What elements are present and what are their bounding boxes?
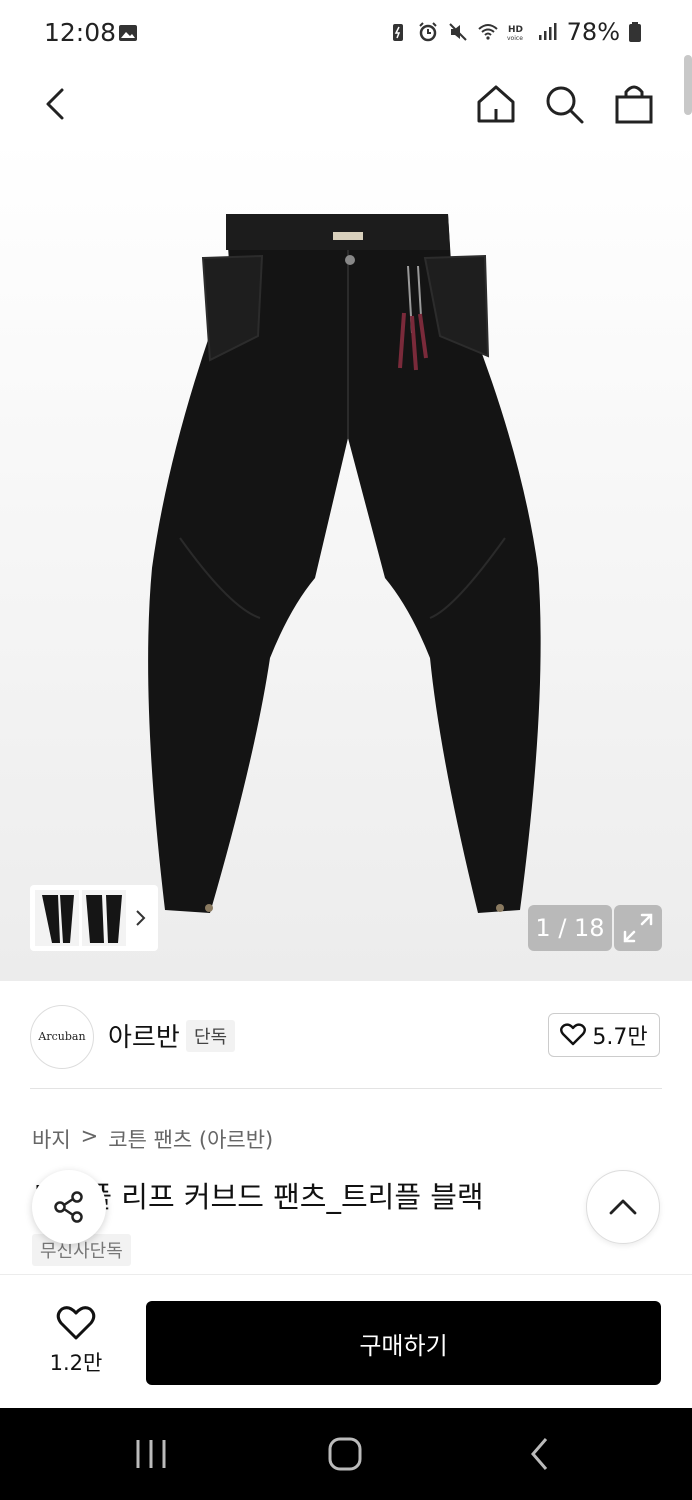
status-icons: HD voice 78% — [387, 18, 642, 46]
search-button[interactable] — [542, 82, 586, 126]
expand-button[interactable] — [614, 905, 662, 951]
brand-name[interactable]: 아르반 — [108, 1017, 180, 1054]
share-icon — [54, 1191, 83, 1223]
status-bar: 12:08 HD voice 78% — [0, 0, 692, 68]
system-nav-bar — [0, 1408, 692, 1500]
expand-icon — [623, 913, 653, 943]
battery-icon — [629, 22, 641, 42]
chevron-right-icon — [136, 910, 146, 926]
breadcrumb-subcategory[interactable]: 코튼 팬츠 (아르반) — [108, 1124, 273, 1154]
bottom-purchase-bar: 1.2만 구매하기 — [0, 1274, 692, 1409]
wish-count: 1.2만 — [49, 1351, 103, 1375]
battery-percent: 78% — [566, 18, 620, 46]
top-nav — [0, 68, 692, 138]
mute-icon — [448, 23, 467, 41]
breadcrumb-category[interactable]: 바지 — [32, 1124, 71, 1154]
home-button[interactable] — [474, 82, 518, 126]
battery-saver-icon — [392, 24, 403, 41]
brand-like-button[interactable]: 5.7만 — [548, 1013, 660, 1057]
svg-text:voice: voice — [507, 35, 523, 42]
brand-row[interactable]: Arcuban 아르반 단독 5.7만 — [0, 983, 692, 1088]
svg-text:HD: HD — [508, 25, 523, 35]
back-nav-icon[interactable] — [528, 1436, 552, 1472]
breadcrumb: 바지 > 코튼 팬츠 (아르반) — [32, 1124, 273, 1154]
recent-apps-icon[interactable] — [134, 1438, 168, 1470]
buy-button[interactable]: 구매하기 — [146, 1301, 661, 1385]
shopping-bag-icon — [615, 85, 653, 124]
cart-button[interactable] — [612, 82, 656, 126]
back-button[interactable] — [34, 82, 78, 126]
thumbnail-strip[interactable] — [30, 885, 158, 951]
brand-like-count: 5.7만 — [592, 1025, 648, 1050]
image-icon — [119, 25, 137, 41]
back-arrow-icon — [46, 88, 64, 120]
product-pants-image — [0, 138, 692, 981]
alarm-icon — [418, 22, 437, 42]
share-button[interactable] — [32, 1170, 106, 1244]
heart-icon — [56, 1306, 96, 1340]
search-icon — [546, 86, 584, 124]
brand-badge: 단독 — [186, 1020, 236, 1052]
hd-voice-icon: HDvoice — [507, 25, 523, 42]
home-icon — [477, 85, 515, 123]
image-counter: 1 / 18 — [528, 905, 612, 951]
divider — [30, 1088, 662, 1089]
breadcrumb-separator: > — [80, 1124, 99, 1148]
chevron-up-icon — [609, 1199, 637, 1215]
status-time: 12:08 — [44, 18, 117, 47]
scroll-top-button[interactable] — [586, 1170, 660, 1244]
signal-icon — [538, 23, 557, 40]
heart-icon — [560, 1023, 587, 1046]
home-nav-icon[interactable] — [327, 1436, 363, 1472]
wifi-icon — [477, 24, 498, 40]
wish-button[interactable]: 1.2만 — [40, 1305, 112, 1377]
product-image[interactable] — [0, 138, 692, 981]
brand-logo[interactable]: Arcuban — [30, 1005, 94, 1069]
